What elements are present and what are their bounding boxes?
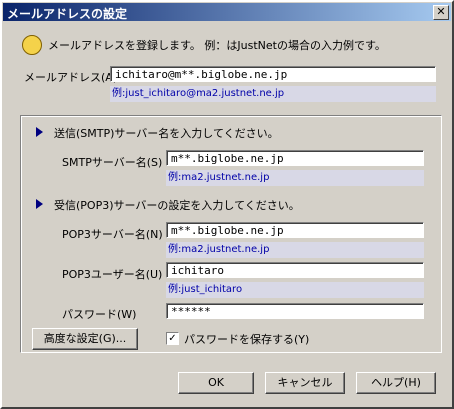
pop3-user-label: POP3ユーザー名(U) — [62, 268, 163, 281]
pop3-server-input[interactable]: m**.biglobe.ne.jp — [166, 222, 424, 238]
smtp-server-input[interactable]: m**.biglobe.ne.jp — [166, 150, 424, 166]
mail-address-input[interactable]: ichitaro@m**.biglobe.ne.jp — [110, 66, 436, 82]
dialog-title: メールアドレスの設定 — [7, 7, 128, 21]
smtp-server-label: SMTPサーバー名(S) — [62, 156, 163, 169]
pop3-user-example: 例:just_ichitaro — [166, 282, 424, 298]
mail-address-example: 例:just_ichitaro@ma2.justnet.ne.jp — [110, 86, 436, 102]
ok-button[interactable]: OK — [178, 372, 254, 394]
smtp-server-example: 例:ma2.justnet.ne.jp — [166, 170, 424, 186]
pop3-heading: 受信(POP3)サーバーの設定を入力してください。 — [54, 199, 300, 212]
pop3-server-example: 例:ma2.justnet.ne.jp — [166, 242, 424, 258]
close-button[interactable]: ✕ — [433, 5, 449, 20]
smtp-heading: 送信(SMTP)サーバー名を入力してください。 — [54, 127, 279, 140]
hand-pointer-icon — [22, 35, 42, 55]
triangle-right-icon — [36, 127, 43, 137]
advanced-settings-button[interactable]: 高度な設定(G)... — [32, 328, 138, 350]
save-password-checkbox[interactable]: ✓ — [166, 332, 179, 345]
title-bar: メールアドレスの設定 ✕ — [3, 3, 451, 21]
mail-address-settings-dialog: メールアドレスの設定 ✕ メールアドレスを登録します。 例：はJustNetの場… — [0, 0, 454, 409]
checkmark-icon: ✓ — [168, 333, 177, 344]
triangle-right-icon — [36, 199, 43, 209]
pop3-server-label: POP3サーバー名(N) — [62, 228, 163, 241]
cancel-button[interactable]: キャンセル — [265, 372, 345, 394]
password-input[interactable]: ****** — [166, 303, 424, 319]
save-password-label[interactable]: パスワードを保存する(Y) — [184, 331, 309, 347]
pop3-user-input[interactable]: ichitaro — [166, 262, 424, 278]
close-icon: ✕ — [436, 5, 446, 18]
help-button[interactable]: ヘルプ(H) — [356, 372, 436, 394]
password-label: パスワード(W) — [62, 308, 137, 321]
intro-text: メールアドレスを登録します。 例：はJustNetの場合の入力例です。 — [48, 39, 386, 52]
mail-address-label: メールアドレス(A) — [24, 71, 118, 84]
